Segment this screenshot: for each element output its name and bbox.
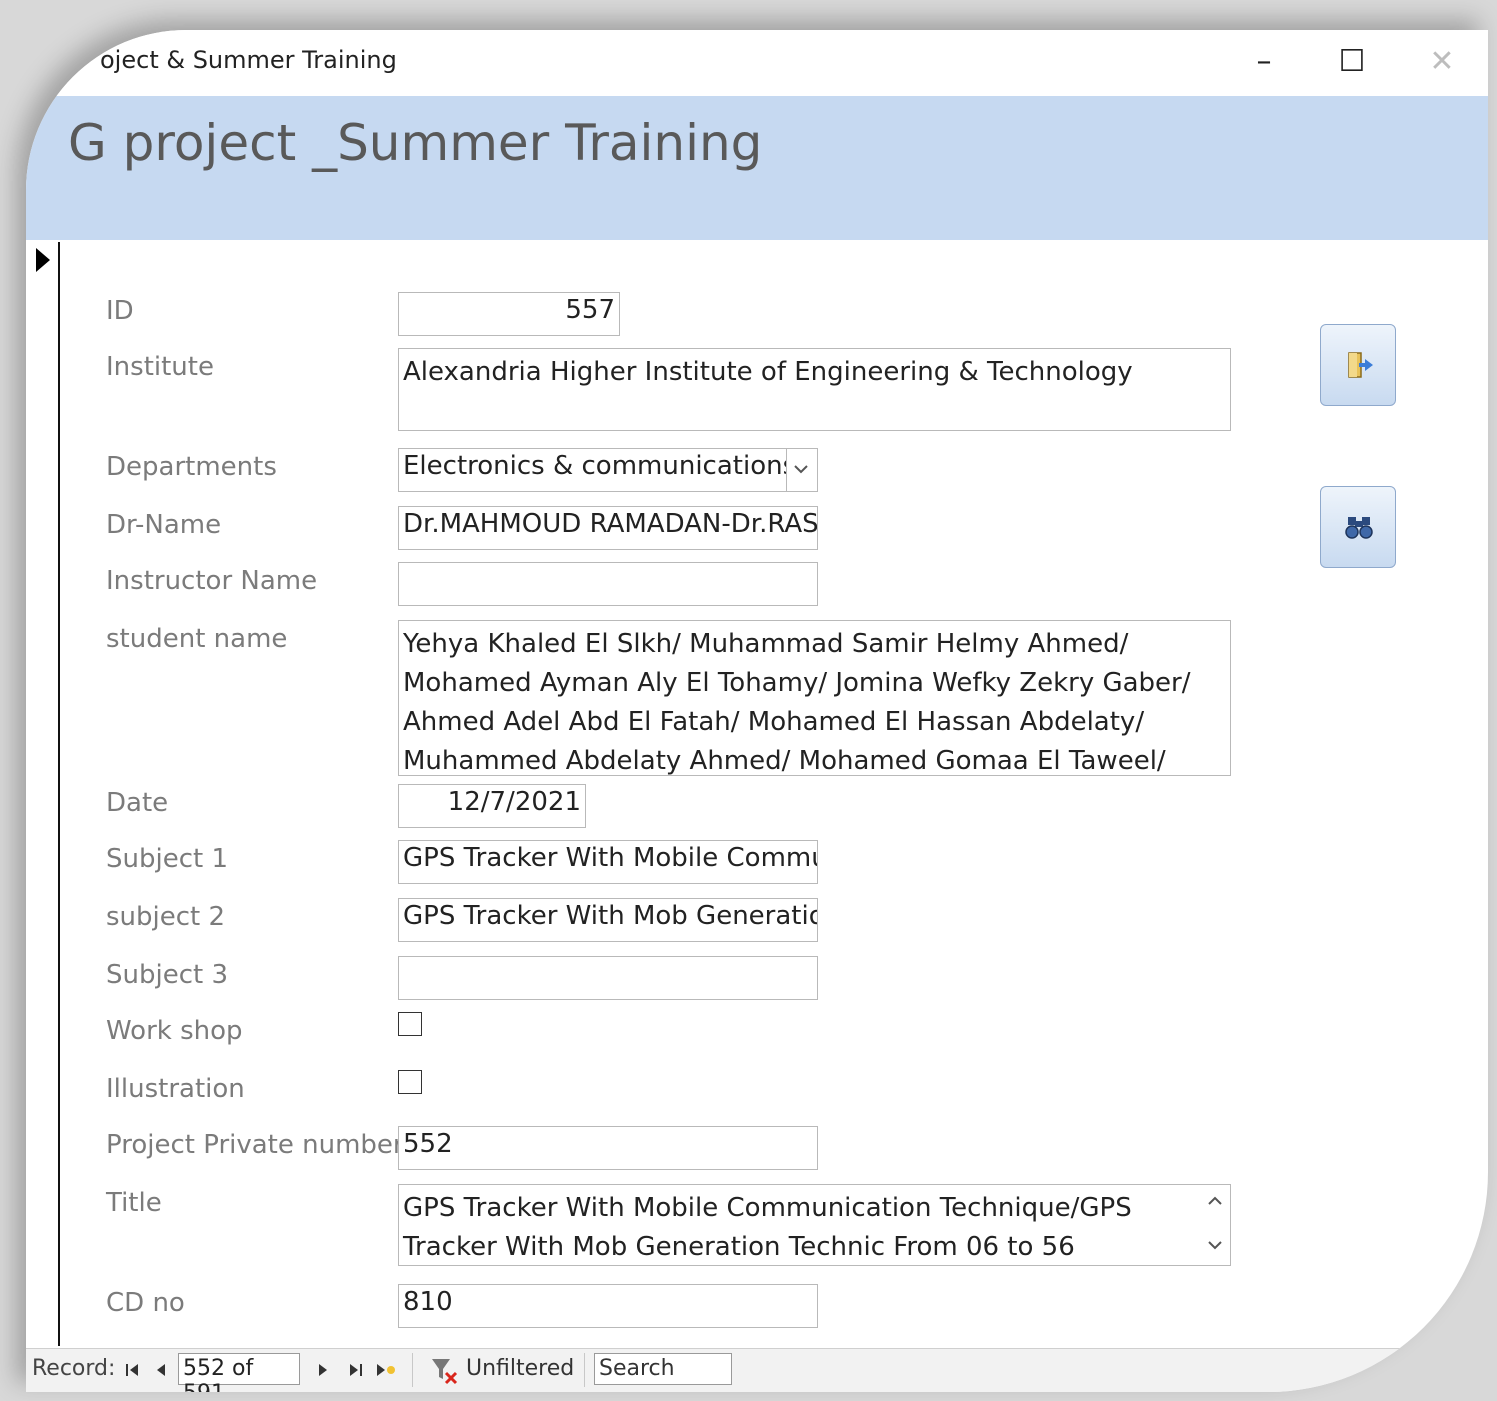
record-label: Record: [32, 1356, 116, 1381]
illustration-checkbox[interactable] [398, 1070, 422, 1094]
filter-icon[interactable] [430, 1357, 460, 1385]
filter-status[interactable]: Unfiltered [466, 1356, 574, 1381]
departments-value: Electronics & communications D [403, 451, 818, 481]
departments-combo[interactable]: Electronics & communications D [398, 448, 818, 492]
search-box[interactable]: Search [594, 1353, 732, 1385]
first-record-icon[interactable] [122, 1358, 144, 1382]
project-private-number-field[interactable]: 552 [398, 1126, 818, 1170]
id-field[interactable]: 557 [398, 292, 620, 336]
student-name-label: student name [106, 624, 288, 654]
project-private-number-label: Project Private number [106, 1130, 404, 1160]
departments-label: Departments [106, 452, 277, 482]
title-scrollbar[interactable] [1200, 1185, 1230, 1265]
title-label: Title [106, 1188, 162, 1218]
record-selector[interactable] [32, 242, 60, 1346]
date-field[interactable]: 12/7/2021 [398, 784, 586, 828]
scroll-up-icon[interactable] [1207, 1195, 1223, 1207]
binoculars-icon [1345, 517, 1373, 539]
last-record-icon[interactable] [344, 1358, 366, 1382]
find-record-button[interactable] [1320, 486, 1396, 568]
instructor-name-field[interactable] [398, 562, 818, 606]
title-value: GPS Tracker With Mobile Communication Te… [403, 1193, 1132, 1262]
separator [412, 1353, 413, 1387]
exit-door-icon [1348, 352, 1373, 378]
student-name-field[interactable]: Yehya Khaled El Slkh/ Muhammad Samir Hel… [398, 620, 1231, 776]
close-form-button[interactable] [1320, 324, 1396, 406]
instructor-name-label: Instructor Name [106, 566, 318, 596]
illustration-label: Illustration [106, 1074, 245, 1104]
maximize-button[interactable]: ☐ [1332, 44, 1372, 80]
dr-name-label: Dr-Name [106, 510, 222, 540]
subject3-label: Subject 3 [106, 960, 229, 990]
workshop-label: Work shop [106, 1016, 243, 1046]
new-record-icon[interactable] [374, 1358, 396, 1382]
current-record-arrow-icon [36, 248, 50, 272]
dr-name-field[interactable]: Dr.MAHMOUD RAMADAN-Dr.RASH [398, 506, 818, 550]
subject3-field[interactable] [398, 956, 818, 1000]
workshop-checkbox[interactable] [398, 1012, 422, 1036]
cd-no-field[interactable]: 810 [398, 1284, 818, 1328]
departments-dropdown-button[interactable] [786, 449, 817, 491]
subject1-label: Subject 1 [106, 844, 229, 874]
subject1-field[interactable]: GPS Tracker With Mobile Commun [398, 840, 818, 884]
title-field[interactable]: GPS Tracker With Mobile Communication Te… [398, 1184, 1231, 1266]
cd-no-label: CD no [106, 1288, 185, 1318]
subject2-field[interactable]: GPS Tracker With Mob Generation [398, 898, 818, 942]
form-header: G project _Summer Training [26, 96, 1488, 240]
institute-field[interactable]: Alexandria Higher Institute of Engineeri… [398, 348, 1231, 431]
subject2-label: subject 2 [106, 902, 226, 932]
scroll-down-icon[interactable] [1207, 1239, 1223, 1251]
form-title: G project _Summer Training [68, 114, 763, 172]
separator [584, 1353, 585, 1387]
close-button[interactable]: ✕ [1422, 44, 1462, 80]
chevron-down-icon [794, 465, 808, 474]
access-form-window: oject & Summer Training – ☐ ✕ G project … [26, 30, 1488, 1392]
window-title: oject & Summer Training [100, 46, 397, 74]
title-bar: oject & Summer Training – ☐ ✕ [26, 30, 1488, 96]
record-navigation-bar: Record: 552 of 591 Unfiltered Search [26, 1348, 1488, 1392]
date-label: Date [106, 788, 169, 818]
id-label: ID [106, 296, 134, 326]
minimize-button[interactable]: – [1244, 44, 1284, 80]
next-record-icon[interactable] [312, 1358, 334, 1382]
current-record-input[interactable]: 552 of 591 [178, 1353, 300, 1392]
previous-record-icon[interactable] [150, 1358, 172, 1382]
institute-label: Institute [106, 352, 214, 382]
